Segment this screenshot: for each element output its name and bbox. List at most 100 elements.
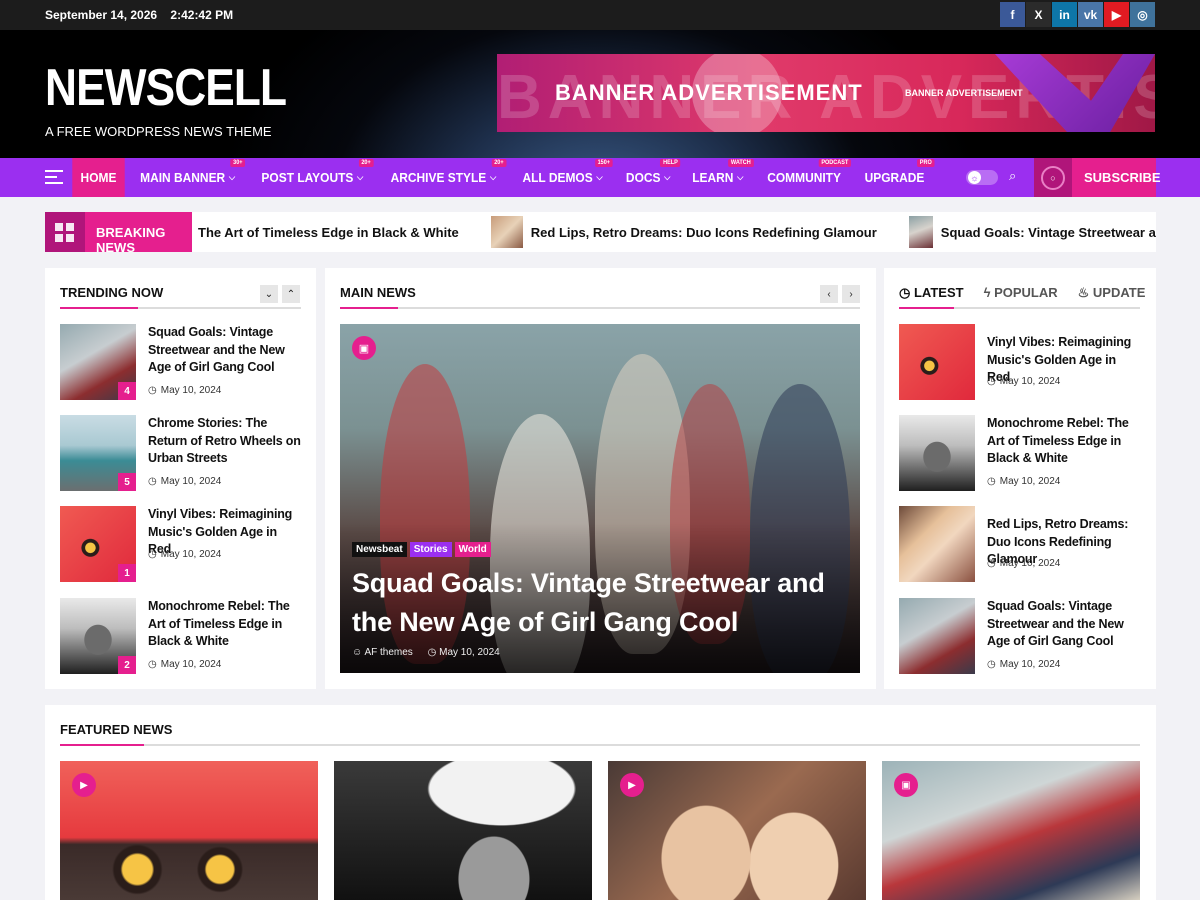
clock-icon: ◷ [899, 285, 911, 300]
trending-item-title[interactable]: Chrome Stories: The Return of Retro Whee… [148, 415, 303, 468]
subscribe-button[interactable]: ○ SUBSCRIBE [1034, 158, 1161, 197]
tab-latest[interactable]: ◷ LATEST [899, 285, 964, 301]
nav-item-all-demos[interactable]: ALL DEMOS ⌵ 150+ [514, 158, 613, 197]
latest-item-title[interactable]: Squad Goals: Vintage Streetwear and the … [987, 598, 1142, 651]
clock-icon: ◷ [987, 659, 996, 670]
trending-item[interactable]: 4 Squad Goals: Vintage Streetwear and th… [60, 324, 305, 400]
rank-badge: 2 [118, 656, 136, 674]
breaking-item[interactable]: Squad Goals: Vintage Streetwear and the … [908, 216, 1156, 248]
tab-popular[interactable]: ϟ POPULAR [984, 285, 1058, 301]
instagram-icon[interactable]: ◎ [1130, 2, 1155, 27]
breaking-item[interactable]: Red Lips, Retro Dreams: Duo Icons Redefi… [490, 216, 877, 248]
trending-item[interactable]: 2 Monochrome Rebel: The Art of Timeless … [60, 598, 305, 674]
image-format-icon: ▣ [352, 336, 376, 360]
x-icon[interactable]: X [1026, 2, 1051, 27]
site-tagline: A FREE WORDPRESS NEWS THEME [45, 124, 272, 139]
main-news-slide[interactable]: ▣ Newsbeat Stories World Squad Goals: Vi… [340, 324, 860, 673]
hamburger-menu-icon[interactable] [45, 170, 63, 188]
nav-item-post-layouts[interactable]: POST LAYOUTS ⌵ 20+ [253, 158, 374, 197]
play-icon[interactable]: ▶ [72, 773, 96, 797]
trending-item-date: ◷ May 10, 2024 [148, 476, 222, 487]
featured-card[interactable]: ▣ [882, 761, 1140, 900]
nav-item-home[interactable]: HOME [72, 158, 125, 197]
latest-item-title[interactable]: Monochrome Rebel: The Art of Timeless Ed… [987, 415, 1142, 468]
clock-icon: ◷ [987, 558, 996, 569]
clock-icon: ◷ [987, 376, 996, 387]
latest-item-date: ◷ May 10, 2024 [987, 376, 1061, 387]
category-tag[interactable]: Newsbeat [352, 542, 407, 557]
trending-item[interactable]: 5 Chrome Stories: The Return of Retro Wh… [60, 415, 305, 491]
dark-mode-toggle[interactable]: ☼ [966, 170, 998, 185]
post-categories: Newsbeat Stories World [352, 542, 491, 557]
play-icon[interactable]: ▶ [620, 773, 644, 797]
breaking-news-list: The Art of Timeless Edge in Black & Whit… [198, 212, 1156, 252]
chevron-up-icon[interactable]: ⌃ [282, 285, 300, 303]
linkedin-icon[interactable]: in [1052, 2, 1077, 27]
latest-item[interactable]: Vinyl Vibes: Reimagining Music's Golden … [899, 324, 1144, 400]
rank-badge: 4 [118, 382, 136, 400]
search-icon[interactable]: ⌕ [1009, 168, 1023, 186]
category-tag[interactable]: Stories [409, 542, 452, 557]
trending-item-date: ◷ May 10, 2024 [148, 549, 222, 560]
trending-item-title[interactable]: Squad Goals: Vintage Streetwear and the … [148, 324, 303, 377]
latest-thumbnail [899, 598, 975, 674]
featured-card[interactable]: ▶ [60, 761, 318, 900]
tab-update[interactable]: ♨ UPDATE [1078, 285, 1146, 301]
nav-item-upgrade[interactable]: UPGRADE PRO [857, 158, 935, 197]
breaking-item[interactable]: The Art of Timeless Edge in Black & Whit… [198, 225, 459, 240]
nav-item-docs[interactable]: DOCS ⌵ HELP [618, 158, 681, 197]
nav-item-main-banner[interactable]: MAIN BANNER ⌵ 30+ [132, 158, 246, 197]
trending-item-date: ◷ May 10, 2024 [148, 385, 222, 396]
bolt-icon: ϟ [983, 285, 991, 300]
trending-item-title[interactable]: Monochrome Rebel: The Art of Timeless Ed… [148, 598, 303, 651]
nav-badge: WATCH [728, 159, 754, 167]
image-format-icon: ▣ [894, 773, 918, 797]
nav-items: HOME MAIN BANNER ⌵ 30+ POST LAYOUTS ⌵ 20+ AR… [70, 158, 936, 197]
vk-icon[interactable]: vk [1078, 2, 1103, 27]
featured-card[interactable]: ▶ [608, 761, 866, 900]
facebook-icon[interactable]: f [1000, 2, 1025, 27]
latest-item[interactable]: Squad Goals: Vintage Streetwear and the … [899, 598, 1144, 674]
clock-icon: ◷ [148, 549, 157, 560]
nav-badge: PRO [917, 159, 935, 167]
clock-icon: ◷ [148, 476, 157, 487]
breaking-thumbnail [908, 216, 933, 248]
featured-card[interactable] [334, 761, 592, 900]
chevron-down-icon[interactable]: ⌄ [260, 285, 278, 303]
main-news-panel: MAIN NEWS ‹ › ▣ Newsbeat Stories World S… [325, 268, 876, 689]
chevron-right-icon[interactable]: › [842, 285, 860, 303]
banner-advertisement[interactable]: BANNER ADVERTISEME BANNER ADVERTISEMENT … [497, 54, 1155, 132]
nav-badge: PODCAST [818, 159, 852, 167]
nav-badge: 20+ [491, 159, 507, 167]
category-tag[interactable]: World [454, 542, 491, 557]
date-time: September 14, 2026 2:42:42 PM [45, 8, 243, 22]
latest-item-date: ◷ May 10, 2024 [987, 659, 1061, 670]
nav-badge: 20+ [358, 159, 374, 167]
youtube-icon[interactable]: ▶ [1104, 2, 1129, 27]
grid-icon [45, 212, 85, 252]
featured-news-title: FEATURED NEWS [60, 722, 173, 737]
chevron-down-icon: ⌵ [357, 172, 364, 182]
author[interactable]: ☺ AF themes [352, 647, 413, 658]
nav-item-learn[interactable]: LEARN ⌵ WATCH [684, 158, 754, 197]
subscribe-label: SUBSCRIBE [1084, 170, 1161, 185]
chevron-left-icon[interactable]: ‹ [820, 285, 838, 303]
main-news-title: MAIN NEWS [340, 285, 416, 300]
trending-item[interactable]: 1 Vinyl Vibes: Reimagining Music's Golde… [60, 506, 305, 582]
rank-badge: 1 [118, 564, 136, 582]
main-news-headline[interactable]: Squad Goals: Vintage Streetwear and the … [352, 564, 832, 642]
chevron-down-icon: ⌵ [490, 172, 497, 182]
latest-item[interactable]: Red Lips, Retro Dreams: Duo Icons Redefi… [899, 506, 1144, 582]
breaking-news-label: BREAKING NEWS [45, 212, 192, 252]
clock-icon: ◷ [148, 385, 157, 396]
nav-item-community[interactable]: COMMUNITY PODCAST [759, 158, 852, 197]
subscribe-ring-icon: ○ [1034, 158, 1072, 197]
site-logo[interactable]: NEWSCELL [45, 58, 287, 118]
latest-thumbnail [899, 415, 975, 491]
site-header: NEWSCELL A FREE WORDPRESS NEWS THEME BAN… [0, 30, 1200, 158]
latest-item[interactable]: Monochrome Rebel: The Art of Timeless Ed… [899, 415, 1144, 491]
breaking-news-ticker: BREAKING NEWS The Art of Timeless Edge i… [45, 212, 1156, 252]
chevron-down-icon: ⌵ [228, 172, 236, 182]
clock-icon: ◷ [987, 476, 996, 487]
nav-item-archive-style[interactable]: ARCHIVE STYLE ⌵ 20+ [382, 158, 507, 197]
